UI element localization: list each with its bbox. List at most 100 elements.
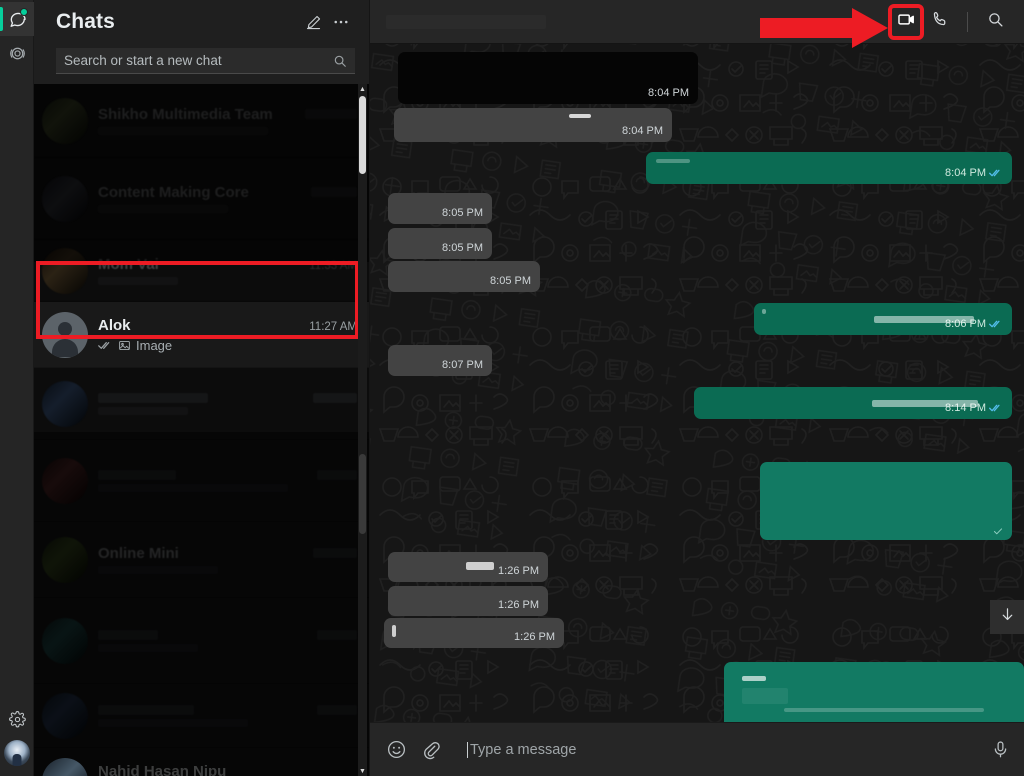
scrollbar-thumb-lower[interactable] [359,454,366,534]
status-icon [8,44,27,63]
avatar [42,176,88,222]
avatar [42,693,88,739]
list-item[interactable]: Nahid Hasan Nipu Ok [34,748,369,776]
scrollbar-up-arrow[interactable]: ▲ [358,84,367,94]
page-title: Chats [56,10,299,34]
message-bubble[interactable]: 8:04 PM [646,152,1012,184]
attach-button[interactable] [421,740,441,760]
rail-item-status[interactable] [0,36,34,70]
message-time: 8:05 PM [490,275,531,287]
avatar [42,618,88,664]
gear-icon [9,711,26,728]
conversation-pane: 8:04 PM 8:04 PM 8:04 PM 8: [370,0,1024,776]
message-bubble[interactable]: 8:04 PM [398,52,698,104]
emoji-button[interactable] [386,739,407,760]
message-time: 1:26 PM [498,565,539,577]
double-check-blue-icon [989,319,1003,329]
video-camera-icon [897,10,916,34]
message-time: 1:26 PM [498,599,539,611]
message-time: 8:04 PM [622,125,663,137]
profile-avatar[interactable] [4,740,30,766]
list-item-time: 11:33 AM [309,260,357,272]
avatar [42,758,88,776]
messages-container: 8:04 PM 8:04 PM 8:04 PM 8: [370,44,1024,722]
search-input[interactable] [64,53,333,68]
avatar [42,248,88,294]
chat-list-scrollbar[interactable]: ▲ ▼ [358,84,367,776]
list-item[interactable]: Shikho Multimedia Team [34,84,369,158]
check-icon [992,527,1004,536]
message-bubble[interactable] [724,662,1024,722]
list-item-name: Mom Vai [98,256,303,273]
message-time: 8:07 PM [442,359,483,371]
voice-message-button[interactable] [991,740,1010,759]
scroll-to-bottom-button[interactable] [990,600,1024,634]
list-item[interactable]: Content Making Core [34,158,369,240]
message-time: 8:04 PM [945,167,986,179]
list-item-preview: Image [136,338,172,353]
list-item[interactable] [34,368,369,440]
list-item[interactable] [34,598,369,684]
list-item-time: 11:27 AM [309,321,357,333]
avatar [42,537,88,583]
left-nav-rail [0,0,34,776]
message-bubble[interactable]: 8:06 PM [754,303,1012,335]
scrollbar-thumb[interactable] [359,96,366,174]
message-time: 1:26 PM [514,631,555,643]
rail-item-chats[interactable] [0,2,34,36]
scrollbar-down-arrow[interactable]: ▼ [358,766,367,776]
list-item-name: Nahid Hasan Nipu [98,763,357,776]
chat-list-scroll-region[interactable]: Shikho Multimedia Team Content Making Co… [34,84,369,776]
search-box[interactable] [56,48,355,74]
message-list[interactable]: 8:04 PM 8:04 PM 8:04 PM 8: [370,44,1024,722]
voice-call-button[interactable] [925,7,955,37]
search-icon [987,11,1004,33]
search-container [34,44,369,84]
avatar [42,98,88,144]
message-bubble[interactable]: 8:05 PM [388,261,540,292]
list-item-name: Content Making Core [98,184,305,201]
list-item-name: Alok [98,317,303,334]
double-check-blue-icon [989,168,1003,178]
actions-divider [967,12,968,32]
video-call-button[interactable] [891,7,921,37]
list-item[interactable]: Mom Vai 11:33 AM [34,240,369,302]
list-item[interactable]: Online Mini [34,522,369,598]
chat-list-header: Chats [34,0,369,44]
message-bubble[interactable]: 1:26 PM [388,552,548,582]
message-bubble[interactable]: 8:05 PM [388,193,492,224]
message-bubble[interactable] [760,462,1012,540]
message-time: 8:04 PM [648,87,689,99]
avatar [42,458,88,504]
message-composer [370,722,1024,776]
message-input[interactable] [467,742,977,758]
list-item[interactable] [34,440,369,522]
whatsapp-window: Chats [0,0,1024,776]
message-bubble[interactable]: 8:14 PM [694,387,1012,419]
phone-icon [931,10,949,33]
search-icon [333,54,347,68]
avatar [42,381,88,427]
double-check-blue-icon [989,403,1003,413]
conversation-actions [891,7,1010,37]
message-time: 8:05 PM [442,207,483,219]
message-bubble[interactable]: 8:04 PM [394,108,672,142]
chat-list-menu-button[interactable] [327,8,355,36]
message-bubble[interactable]: 1:26 PM [388,586,548,616]
search-in-chat-button[interactable] [980,7,1010,37]
sidebar-item-alok[interactable]: Alok 11:27 AM [34,302,369,368]
conversation-contact[interactable] [386,15,891,29]
list-item-name: Shikho Multimedia Team [98,106,299,123]
message-bubble[interactable]: 8:05 PM [388,228,492,259]
rail-item-settings[interactable] [0,702,34,736]
list-item-name: Online Mini [98,545,307,562]
unread-badge-dot [20,8,28,16]
list-item[interactable] [34,684,369,748]
message-bubble[interactable]: 8:07 PM [388,345,492,376]
message-bubble[interactable]: 1:26 PM [384,618,564,648]
image-icon [118,339,131,352]
chat-list-pane: Chats [34,0,370,776]
conversation-header [370,0,1024,44]
new-chat-button[interactable] [299,8,327,36]
double-check-icon [98,340,113,351]
